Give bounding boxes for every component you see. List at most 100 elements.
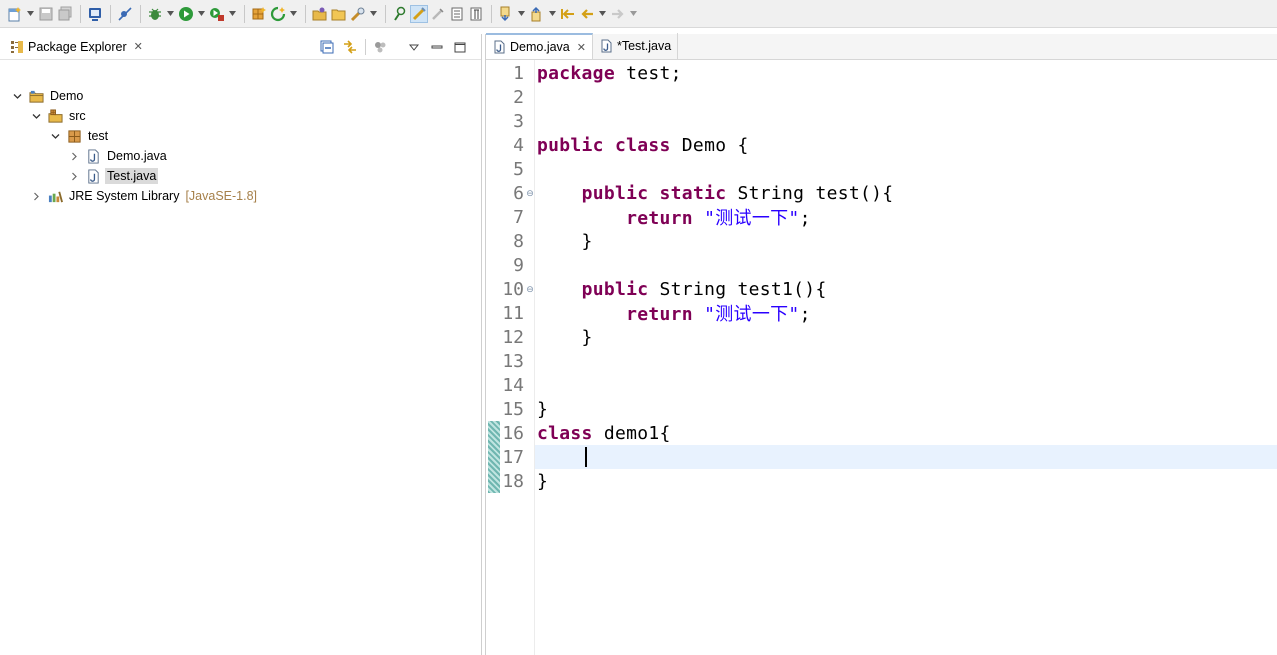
show-source-only-icon[interactable] xyxy=(448,5,466,23)
previous-annotation-dropdown-arrow-icon[interactable] xyxy=(547,5,557,23)
previous-annotation-icon[interactable] xyxy=(528,5,546,23)
external-tools-dropdown-arrow-icon[interactable] xyxy=(227,5,237,23)
code-line[interactable]: 1 package test; xyxy=(486,61,1277,85)
java-file-icon xyxy=(493,40,506,54)
code-line[interactable]: 16 class demo1{ xyxy=(486,421,1277,445)
code-line[interactable]: 18} xyxy=(486,469,1277,493)
line-number: 7 xyxy=(513,206,524,228)
code-line[interactable]: 11 return "测试一下"; xyxy=(486,301,1277,326)
fold-toggle-icon[interactable]: ⊖ xyxy=(524,284,536,295)
save-all-icon[interactable] xyxy=(56,5,74,23)
skip-breakpoints-icon[interactable] xyxy=(116,5,134,23)
view-menu-icon[interactable] xyxy=(405,38,423,56)
collapsed-chevron-icon[interactable] xyxy=(67,169,81,183)
code-line[interactable]: 9 xyxy=(486,253,1277,277)
new-package-icon[interactable] xyxy=(269,5,287,23)
collapsed-chevron-icon[interactable] xyxy=(29,189,43,203)
tree-item-src[interactable]: src xyxy=(29,106,88,126)
line-number: 3 xyxy=(513,110,524,132)
code-line[interactable]: 6 ⊖ public static String test(){ xyxy=(486,181,1277,205)
new-icon[interactable] xyxy=(6,5,24,23)
open-task-icon[interactable] xyxy=(330,5,348,23)
code-line[interactable]: 17 xyxy=(486,445,1277,469)
keyword-token: public xyxy=(581,182,649,204)
back-dropdown-arrow-icon[interactable] xyxy=(597,5,607,23)
code-area[interactable]: 1 package test; 2 3 4 public class Demo {5 6 ⊖ … xyxy=(486,60,1277,655)
close-icon[interactable]: ✕ xyxy=(577,41,586,54)
code-line[interactable]: 13 xyxy=(486,349,1277,373)
keyword-token: static xyxy=(659,182,727,204)
tree-item-demo[interactable]: Demo xyxy=(10,86,85,106)
code-line[interactable]: 4 public class Demo { xyxy=(486,133,1277,157)
close-icon[interactable]: ✕ xyxy=(134,40,143,53)
collapse-all-icon[interactable] xyxy=(318,38,336,56)
line-number: 16 xyxy=(502,422,524,444)
tree-item-demo-java[interactable]: Demo.java xyxy=(67,146,169,166)
forward-icon[interactable] xyxy=(609,5,627,23)
link-with-editor-icon[interactable] xyxy=(341,38,359,56)
expanded-chevron-icon[interactable] xyxy=(10,89,24,103)
minimize-icon[interactable] xyxy=(428,38,446,56)
show-whitespace-icon[interactable] xyxy=(429,5,447,23)
forward-dropdown-arrow-icon[interactable] xyxy=(628,5,638,23)
java-file-icon xyxy=(85,168,101,184)
paragraph-icon[interactable] xyxy=(467,5,485,23)
maximize-icon[interactable] xyxy=(451,38,469,56)
view-toolbar xyxy=(313,38,469,56)
tree-item-label: Demo xyxy=(50,89,84,103)
code-line[interactable]: 15} xyxy=(486,397,1277,421)
source-text: class demo1{ xyxy=(537,423,671,444)
open-type-icon[interactable] xyxy=(311,5,329,23)
search-dropdown-arrow-icon[interactable] xyxy=(368,5,378,23)
code-line[interactable]: 3 xyxy=(486,109,1277,133)
code-line[interactable]: 5 xyxy=(486,157,1277,181)
package-explorer-tabbar: Package Explorer ✕ xyxy=(0,34,481,60)
tab-demo-java[interactable]: Demo.java ✕ xyxy=(486,33,593,59)
code-line[interactable]: 10 ⊖ public String test1(){ xyxy=(486,277,1277,301)
external-tools-icon[interactable] xyxy=(208,5,226,23)
tree-item-test-java[interactable]: Test.java xyxy=(67,166,159,186)
code-line[interactable]: 14 xyxy=(486,373,1277,397)
new-class-dropdown-arrow-icon[interactable] xyxy=(288,5,298,23)
back-icon[interactable] xyxy=(578,5,596,23)
new-java-project-icon[interactable] xyxy=(250,5,268,23)
run-icon[interactable] xyxy=(177,5,195,23)
package-icon xyxy=(66,128,82,144)
tree-item-test-package[interactable]: test xyxy=(48,126,110,146)
console-icon[interactable] xyxy=(86,5,104,23)
package-explorer-title: Package Explorer xyxy=(28,39,127,54)
run-dropdown-arrow-icon[interactable] xyxy=(196,5,206,23)
next-annotation-dropdown-arrow-icon[interactable] xyxy=(516,5,526,23)
debug-dropdown-arrow-icon[interactable] xyxy=(165,5,175,23)
expanded-chevron-icon[interactable] xyxy=(29,109,43,123)
focus-on-active-task-icon[interactable] xyxy=(371,38,389,56)
toolbar-separator xyxy=(110,4,111,23)
new-dropdown-arrow-icon[interactable] xyxy=(25,5,35,23)
toggle-mark-occurrences-icon[interactable] xyxy=(391,5,409,23)
tree-item-label: Demo.java xyxy=(107,149,167,163)
code-line[interactable]: 2 xyxy=(486,85,1277,109)
string-token: "测试一下" xyxy=(704,304,800,325)
keyword-token: class xyxy=(537,422,593,444)
debug-icon[interactable] xyxy=(146,5,164,23)
save-icon[interactable] xyxy=(37,5,55,23)
java-file-icon xyxy=(600,39,613,53)
expanded-chevron-icon[interactable] xyxy=(48,129,62,143)
toggle-block-selection-icon[interactable] xyxy=(410,4,428,23)
tab-test-java[interactable]: *Test.java xyxy=(593,33,679,59)
code-line[interactable]: 7 return "测试一下"; xyxy=(486,205,1277,230)
line-number: 12 xyxy=(502,326,524,348)
source-text: public class Demo { xyxy=(537,135,749,156)
last-edit-location-icon[interactable] xyxy=(559,5,577,23)
code-line[interactable]: 8 } xyxy=(486,229,1277,253)
tree-item-jre-library[interactable]: JRE System Library [JavaSE-1.8] xyxy=(29,186,257,206)
collapsed-chevron-icon[interactable] xyxy=(67,149,81,163)
next-annotation-icon[interactable] xyxy=(497,5,515,23)
tab-package-explorer[interactable]: Package Explorer ✕ xyxy=(0,34,143,60)
search-icon[interactable] xyxy=(349,5,367,23)
fold-toggle-icon[interactable]: ⊖ xyxy=(524,188,536,199)
line-number: 8 xyxy=(513,230,524,252)
code-line[interactable]: 12 } xyxy=(486,325,1277,349)
